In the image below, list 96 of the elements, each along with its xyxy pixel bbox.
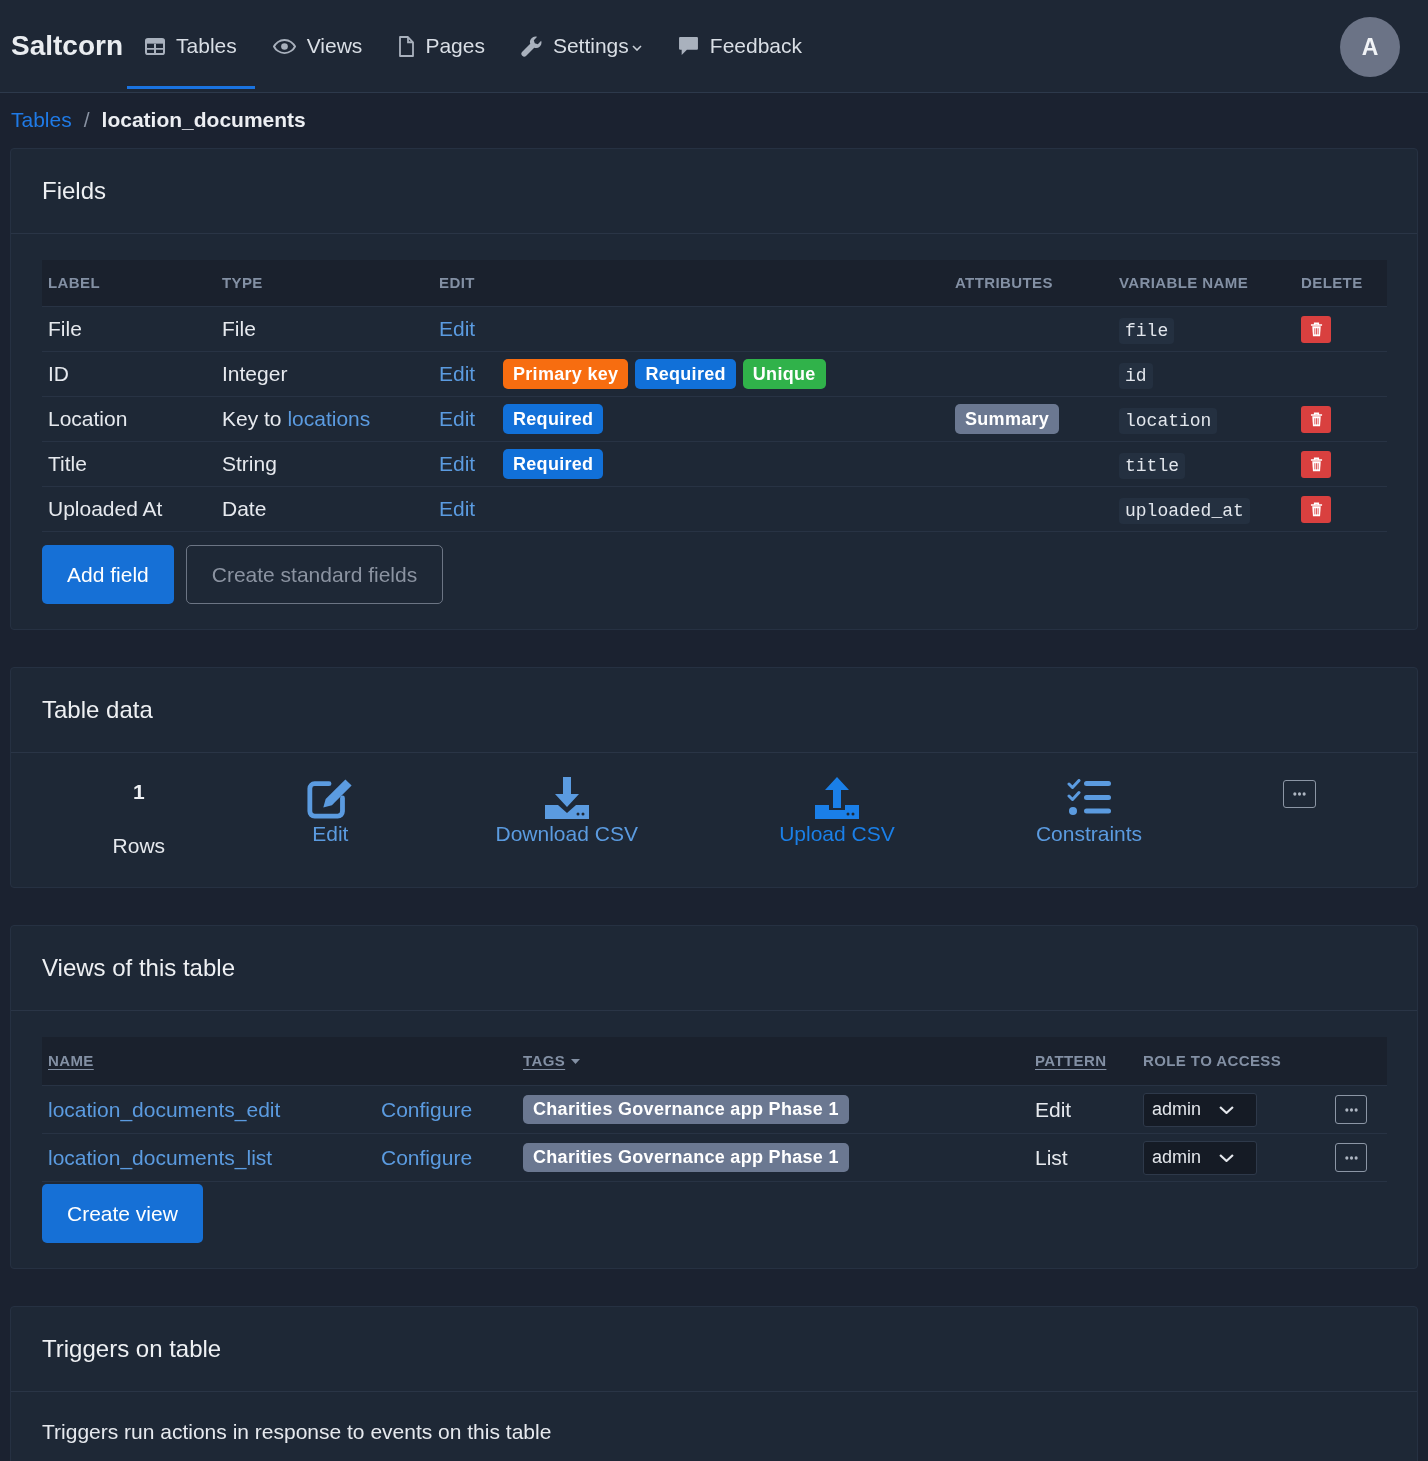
role-select[interactable]: admin bbox=[1143, 1140, 1257, 1175]
view-name-link[interactable]: location_documents_list bbox=[48, 1145, 273, 1169]
delete-button[interactable] bbox=[1301, 315, 1331, 343]
row-count: 1 bbox=[133, 780, 145, 804]
card-title: Views of this table bbox=[42, 954, 235, 982]
column-header: ROLE TO ACCESS bbox=[1143, 1052, 1282, 1069]
chevron-down-icon bbox=[1219, 1105, 1234, 1114]
edit-link[interactable]: Edit bbox=[439, 317, 476, 340]
column-header: ATTRIBUTES bbox=[955, 274, 1053, 291]
trash-icon bbox=[1309, 456, 1323, 472]
field-badge: Primary key bbox=[503, 359, 629, 389]
nav-link[interactable]: Feedback bbox=[659, 0, 821, 89]
configure-link[interactable]: Configure bbox=[381, 1097, 473, 1121]
view-pattern: Edit bbox=[1035, 1097, 1072, 1121]
upload-link[interactable]: Upload CSV bbox=[779, 777, 895, 849]
field-badge: Unique bbox=[742, 359, 826, 389]
edit-link[interactable]: Edit bbox=[439, 407, 476, 430]
checklist-icon bbox=[1067, 779, 1111, 817]
delete-button[interactable] bbox=[1301, 450, 1331, 478]
variable-name: uploaded_at bbox=[1119, 498, 1250, 524]
field-label: Title bbox=[48, 452, 87, 475]
role-select[interactable]: admin bbox=[1143, 1092, 1257, 1127]
more-button[interactable] bbox=[1283, 780, 1317, 808]
breadcrumb-separator: / bbox=[83, 107, 90, 133]
field-type: Integer bbox=[222, 362, 288, 385]
field-type: Date bbox=[222, 497, 267, 520]
table-icon bbox=[145, 37, 166, 55]
constraints-link[interactable]: Constraints bbox=[1035, 777, 1143, 849]
tag-badge: Charities Governance app Phase 1 bbox=[523, 1143, 849, 1172]
download-icon bbox=[544, 777, 589, 819]
table-link[interactable]: locations bbox=[287, 407, 371, 430]
nav-link[interactable]: Pages bbox=[380, 0, 503, 89]
trash-icon bbox=[1309, 501, 1323, 517]
download-link[interactable]: Download CSV bbox=[495, 777, 638, 849]
column-header: VARIABLE NAME bbox=[1119, 274, 1249, 291]
delete-button[interactable] bbox=[1301, 495, 1331, 523]
create-view-button[interactable]: Create view bbox=[42, 1184, 203, 1243]
field-type: String bbox=[222, 452, 277, 475]
card-title: Table data bbox=[42, 696, 153, 724]
edit-icon bbox=[306, 777, 355, 819]
field-label: Uploaded At bbox=[48, 497, 163, 520]
trash-icon bbox=[1309, 321, 1323, 337]
variable-name: file bbox=[1119, 318, 1175, 344]
column-header[interactable]: PATTERN bbox=[1035, 1052, 1107, 1069]
brand-name[interactable]: Saltcorn bbox=[11, 29, 124, 63]
view-pattern: List bbox=[1035, 1145, 1068, 1169]
column-header: DELETE bbox=[1301, 274, 1363, 291]
more-button[interactable] bbox=[1335, 1143, 1367, 1172]
field-label: ID bbox=[48, 362, 69, 385]
chevron-down-icon bbox=[1219, 1153, 1234, 1162]
attribute-badge: Summary bbox=[955, 404, 1060, 434]
field-label: Location bbox=[48, 407, 128, 430]
configure-link[interactable]: Configure bbox=[381, 1145, 473, 1169]
breadcrumb-current: location_documents bbox=[101, 107, 306, 133]
avatar[interactable]: A bbox=[1340, 17, 1400, 77]
add-field-button[interactable]: Add field bbox=[42, 545, 174, 604]
variable-name: location bbox=[1119, 408, 1218, 434]
nav-link[interactable]: Views bbox=[254, 0, 381, 89]
ellipsis-icon bbox=[1344, 1107, 1358, 1112]
edit-link[interactable]: Edit bbox=[439, 497, 476, 520]
tag-badge: Charities Governance app Phase 1 bbox=[523, 1095, 849, 1124]
view-name-link[interactable]: location_documents_edit bbox=[48, 1097, 281, 1121]
field-type: File bbox=[222, 317, 256, 340]
trash-icon bbox=[1309, 411, 1323, 427]
row-count-label: Rows bbox=[112, 834, 166, 858]
variable-name: title bbox=[1119, 453, 1185, 479]
file-icon bbox=[398, 35, 415, 57]
ellipsis-icon bbox=[1344, 1155, 1358, 1160]
edit-link[interactable]: Edit bbox=[439, 452, 476, 475]
column-header: LABEL bbox=[48, 274, 100, 291]
variable-name: id bbox=[1119, 363, 1153, 389]
card-title: Fields bbox=[42, 177, 107, 205]
nav-link[interactable]: Settings bbox=[502, 0, 660, 89]
upload-icon bbox=[814, 777, 859, 819]
edit-link[interactable]: Edit bbox=[439, 362, 476, 385]
speech-bubble-icon bbox=[677, 36, 699, 56]
column-header: TYPE bbox=[222, 274, 263, 291]
field-type: Key to locations bbox=[222, 407, 371, 430]
column-header: EDIT bbox=[439, 274, 475, 291]
delete-button[interactable] bbox=[1301, 405, 1331, 433]
wrench-icon bbox=[520, 35, 542, 57]
breadcrumb-link[interactable]: Tables bbox=[11, 106, 72, 134]
ellipsis-icon bbox=[1293, 792, 1307, 796]
field-label: File bbox=[48, 317, 82, 340]
card-title: Triggers on table bbox=[42, 1335, 222, 1363]
field-badge: Required bbox=[503, 449, 604, 479]
eye-icon bbox=[272, 38, 296, 54]
more-button[interactable] bbox=[1335, 1095, 1367, 1124]
column-header[interactable]: NAME bbox=[48, 1052, 94, 1069]
field-badge: Required bbox=[503, 404, 604, 434]
card-description: Triggers run actions in response to events on this table bbox=[42, 1419, 553, 1445]
nav-link[interactable]: Tables bbox=[127, 0, 255, 89]
edit-link[interactable]: Edit bbox=[306, 777, 355, 849]
field-badge: Required bbox=[635, 359, 736, 389]
column-header[interactable]: TAGS bbox=[523, 1052, 566, 1069]
create-fields-button[interactable]: Create standard fields bbox=[185, 545, 444, 604]
